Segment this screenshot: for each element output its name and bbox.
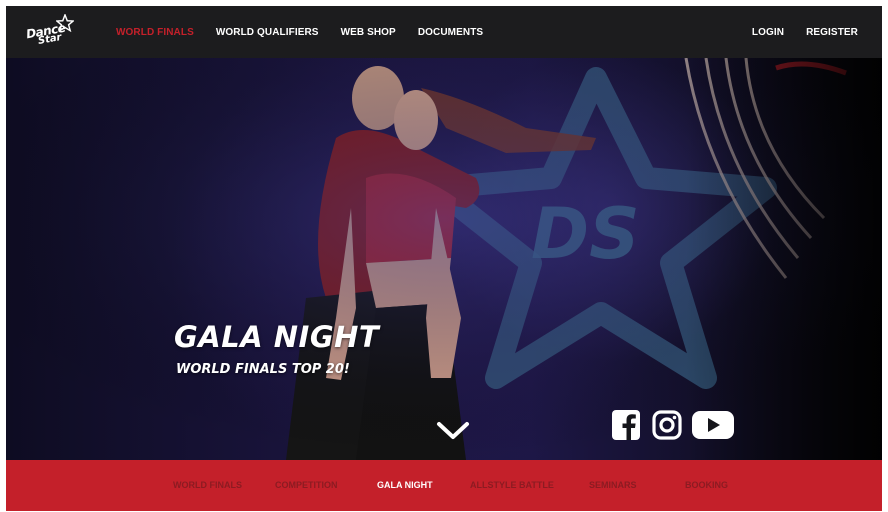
hero-title: GALA NIGHT [174, 320, 380, 354]
hero-subtitle: WORLD FINALS TOP 20! [176, 362, 350, 377]
dancestar-logo[interactable]: Dance Star [25, 14, 78, 50]
subnav-competition[interactable]: COMPETITION [275, 460, 338, 511]
facebook-icon[interactable] [612, 410, 640, 440]
logo-star-icon [56, 14, 74, 32]
top-navigation: Dance Star WORLD FINALS WORLD QUALIFIERS… [6, 6, 882, 58]
chevron-down-icon[interactable] [436, 420, 470, 442]
hero-banner: DS [6, 58, 882, 460]
subnav-booking[interactable]: BOOKING [685, 460, 728, 511]
nav-documents[interactable]: DOCUMENTS [418, 27, 483, 38]
account-nav: LOGIN REGISTER [752, 6, 880, 58]
main-nav: WORLD FINALS WORLD QUALIFIERS WEB SHOP D… [116, 6, 505, 58]
nav-world-qualifiers[interactable]: WORLD QUALIFIERS [216, 27, 319, 38]
instagram-icon[interactable] [652, 410, 682, 440]
subnav-seminars[interactable]: SEMINARS [589, 460, 637, 511]
nav-web-shop[interactable]: WEB SHOP [341, 27, 396, 38]
register-link[interactable]: REGISTER [806, 27, 858, 38]
hero-photo: DS [6, 58, 882, 460]
login-link[interactable]: LOGIN [752, 27, 784, 38]
subnav-world-finals[interactable]: WORLD FINALS [173, 460, 242, 511]
nav-world-finals[interactable]: WORLD FINALS [116, 27, 194, 38]
section-nav: WORLD FINALS COMPETITION GALA NIGHT ALLS… [6, 460, 882, 511]
page-frame: Dance Star WORLD FINALS WORLD QUALIFIERS… [6, 6, 882, 511]
subnav-gala-night[interactable]: GALA NIGHT [377, 460, 433, 511]
youtube-icon[interactable] [692, 410, 734, 440]
subnav-allstyle-battle[interactable]: ALLSTYLE BATTLE [470, 460, 554, 511]
